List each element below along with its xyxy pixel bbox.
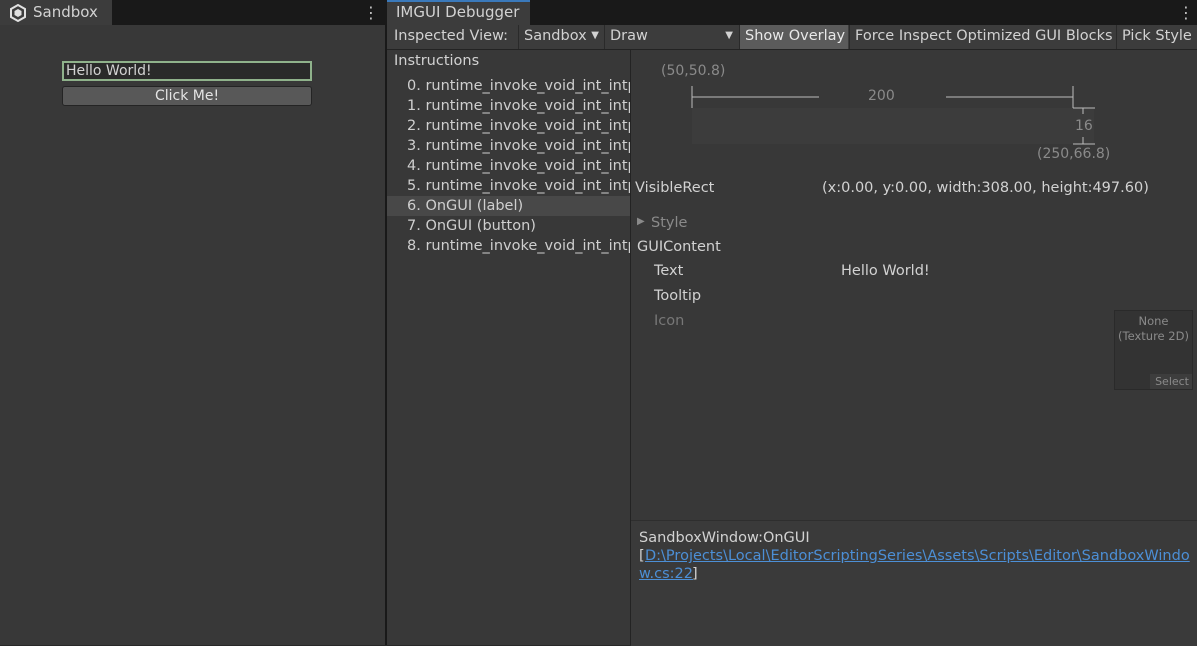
sandbox-content — [0, 25, 385, 645]
list-item[interactable]: 7. OnGUI (button) — [387, 216, 630, 236]
stack-bracket-open: [ — [639, 548, 645, 564]
texture-select-button[interactable]: Select — [1150, 374, 1192, 389]
imgui-tab-title: IMGUI Debugger — [396, 3, 520, 21]
sandbox-tab-title: Sandbox — [33, 3, 98, 21]
list-item[interactable]: 2. runtime_invoke_void_int_intptr — [387, 116, 630, 136]
list-item[interactable]: 8. runtime_invoke_void_int_intptr — [387, 236, 630, 256]
inspected-view-dropdown[interactable]: Sandbox ▼ — [518, 25, 604, 49]
chevron-down-icon: ▼ — [591, 30, 599, 41]
sandbox-tab[interactable]: Sandbox — [0, 0, 112, 25]
visible-rect-label: VisibleRect — [635, 180, 715, 196]
rect-top-left: (50,50.8) — [661, 63, 726, 79]
chevron-right-icon: ▶ — [637, 216, 645, 227]
kebab-icon[interactable]: ⋮ — [363, 0, 379, 25]
list-item[interactable]: 3. runtime_invoke_void_int_intptr — [387, 136, 630, 156]
icon-label: Icon — [654, 313, 685, 329]
rect-bottom-right: (250,66.8) — [1037, 146, 1111, 162]
texture-none-label: None — [1138, 314, 1169, 328]
kebab-icon[interactable]: ⋮ — [1178, 0, 1194, 25]
imgui-debugger-tab[interactable]: IMGUI Debugger — [387, 0, 530, 25]
rect-dimension-lines — [691, 86, 1095, 145]
inspected-view-label: Inspected View: — [394, 28, 509, 44]
list-item[interactable]: 0. runtime_invoke_void_int_intptr — [387, 76, 630, 96]
click-me-button[interactable]: Click Me! — [62, 86, 312, 106]
texture-type-label: (Texture 2D) — [1118, 329, 1189, 343]
source-file-link-line2[interactable]: w.cs:22 — [639, 566, 693, 582]
visible-rect-value: (x:0.00, y:0.00, width:308.00, height:49… — [822, 180, 1149, 196]
style-label: Style — [651, 215, 688, 231]
mode-dropdown[interactable]: Draw ▼ — [604, 25, 738, 49]
inspected-view-value: Sandbox — [524, 28, 587, 44]
mode-value: Draw — [610, 28, 648, 44]
stack-bracket-close: ] — [692, 566, 698, 582]
source-file-link[interactable]: D:\Projects\Local\EditorScriptingSeries\… — [645, 548, 1190, 564]
rect-height-label: 16 — [1075, 118, 1093, 134]
text-field-value[interactable]: Hello World! — [841, 263, 930, 279]
hello-text-field[interactable]: Hello World! — [62, 61, 312, 81]
list-item[interactable]: 5. runtime_invoke_void_int_intptr — [387, 176, 630, 196]
gui-content-header: GUIContent — [637, 239, 721, 255]
pick-style-button[interactable]: Pick Style — [1116, 25, 1197, 49]
icon-texture-field[interactable]: None (Texture 2D) Select — [1114, 310, 1193, 390]
list-item-selected[interactable]: 6. OnGUI (label) — [387, 196, 630, 216]
show-overlay-toggle[interactable]: Show Overlay — [739, 25, 848, 49]
unity-logo-icon — [9, 3, 27, 23]
chevron-down-icon: ▼ — [725, 30, 733, 41]
stack-method: SandboxWindow:OnGUI — [639, 530, 810, 546]
instructions-header: Instructions — [394, 53, 480, 69]
rect-width-label: 200 — [868, 88, 895, 104]
list-item[interactable]: 4. runtime_invoke_void_int_intptr — [387, 156, 630, 176]
tooltip-label: Tooltip — [654, 288, 702, 304]
force-inspect-toggle[interactable]: Force Inspect Optimized GUI Blocks — [849, 25, 1115, 49]
text-field-label: Text — [654, 263, 684, 279]
list-item[interactable]: 1. runtime_invoke_void_int_intptr — [387, 96, 630, 116]
